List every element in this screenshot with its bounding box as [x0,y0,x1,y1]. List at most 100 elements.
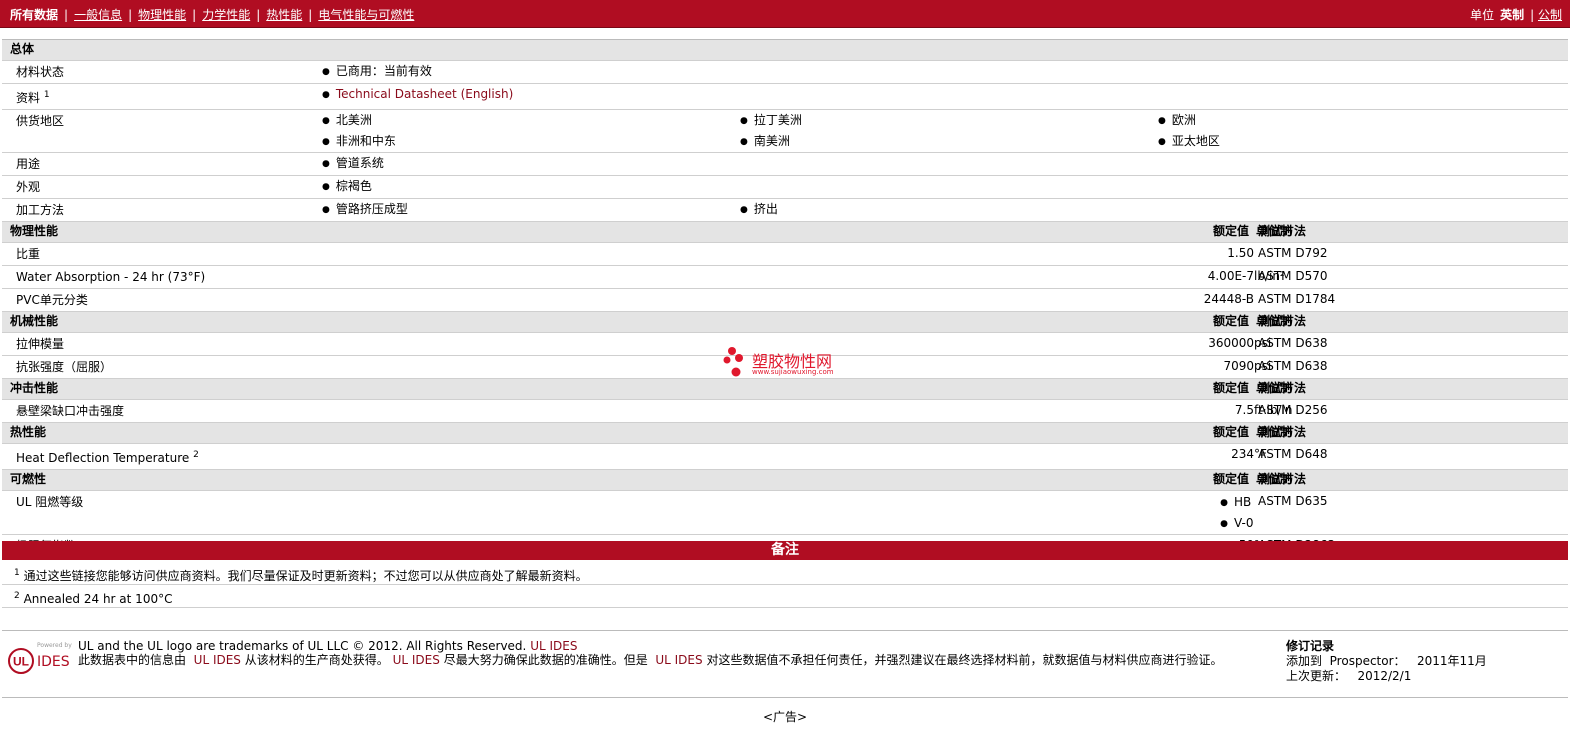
footer: UL Powered by IDES UL and the UL logo ar… [2,630,1568,698]
col-header-value: 额定值 [1158,378,1254,400]
row-processing: 加工方法 ● 管路挤压成型 ● 挤出 [2,198,1568,222]
property-row: PVC单元分类 24448-B ASTM D1784 [2,288,1568,312]
watermark-dots-icon [723,347,743,377]
nav-thermal[interactable]: 热性能 [266,8,302,22]
row-material-status: 材料状态 ● 已商用：当前有效 [2,60,1568,84]
section-nav: 所有数据 | 一般信息 | 物理性能 | 力学性能 | 热性能 | 电气性能与可燃性 [10,8,415,22]
logo-ides-text: IDES [37,654,70,670]
footnote-ref: 2 [193,450,199,460]
col-header-value: 额定值 [1158,311,1254,333]
watermark-url: www.sujiaowuxing.com [752,368,834,376]
nav-general-info[interactable]: 一般信息 [74,8,122,22]
nav-electrical-flammability[interactable]: 电气性能与可燃性 [318,8,414,22]
revision-history: 修订记录 添加到 Prospector： 2011年11月 上次更新： 2012… [1286,639,1487,683]
col-header-value: 额定值 [1158,221,1254,243]
section-general-header: 总体 [2,40,1568,61]
datasheet-link[interactable]: Technical Datasheet (English) [336,87,513,101]
processing-value: 管路挤压成型 [335,202,408,216]
top-nav-bar: 所有数据 | 一般信息 | 物理性能 | 力学性能 | 热性能 | 电气性能与可燃性 单位 英制 | 公… [0,0,1570,28]
property-value: 234 [1158,443,1254,470]
units-imperial[interactable]: 英制 [1500,8,1524,22]
row-uses: 用途 ● 管道系统 [2,152,1568,176]
property-label: 悬壁梁缺口冲击强度 [2,399,1158,423]
property-label: 拉伸模量 [2,332,1158,356]
region-item: 非洲和中东 [335,134,396,148]
row-label: 加工方法 [2,198,322,222]
region-item: 北美洲 [335,113,372,127]
bullet-icon: ● [322,67,330,77]
ul-ides-logo: UL Powered by IDES [6,639,72,679]
footer-text: UL and the UL logo are trademarks of UL … [78,639,1268,667]
col-header-value: 额定值 [1158,469,1254,491]
section-title: 热性能 [2,422,1158,444]
updated-date: 2012/2/1 [1357,669,1412,683]
property-value: 7090 [1158,355,1254,379]
bullet-icon: ● [322,116,330,126]
bullet-icon: ● [322,90,330,100]
region-item: 亚太地区 [1171,134,1220,148]
row-label: 供货地区 [2,109,322,153]
disclaimer-text: 此数据表中的信息由 [78,653,187,667]
ul-ides-link[interactable]: UL IDES [194,653,241,667]
row-label: 材料状态 [2,60,322,84]
note-text: Annealed 24 hr at 100°C [23,592,173,606]
section-title: 冲击性能 [2,378,1158,400]
region-item: 欧洲 [1171,113,1196,127]
ul-ides-link[interactable]: UL IDES [655,653,702,667]
property-value: 1.50 [1158,242,1254,266]
property-row: 比重 1.50 ASTM D792 [2,242,1568,266]
property-value: HB [1234,495,1252,509]
property-method: ASTM D638 [1258,359,1328,373]
property-label: UL 阻燃等级 [2,490,1158,535]
col-header-value: 额定值 [1158,422,1254,444]
bullet-icon: ● [322,137,330,147]
nav-mechanical[interactable]: 力学性能 [202,8,250,22]
revision-title: 修订记录 [1286,639,1335,653]
bullet-icon: ● [1220,519,1228,529]
units-metric[interactable]: 公制 [1538,8,1562,22]
bullet-icon: ● [1158,116,1166,126]
unit-switcher: 单位 英制 | 公制 [1470,8,1562,22]
bullet-icon: ● [322,159,330,169]
disclaimer-text: 从该材料的生产商处获得。 [244,653,389,667]
section-thermal-header: 热性能 额定值 单位制 测试方法 [2,422,1568,444]
note-item: 2 Annealed 24 hr at 100°C [2,585,1568,608]
units-label: 单位 [1470,8,1495,22]
col-header-method: 测试方法 [1258,314,1307,328]
svg-text:UL: UL [13,655,29,669]
property-label: 比重 [2,242,1158,266]
section-flammability-header: 可燃性 额定值 单位制 测试方法 [2,469,1568,491]
trademark-text: UL and the UL logo are trademarks of UL … [78,639,527,653]
bullet-icon: ● [1158,137,1166,147]
nav-physical[interactable]: 物理性能 [138,8,186,22]
added-date: 2011年11月 [1416,654,1487,668]
footnote-ref: 1 [43,90,50,100]
advertisement-label: <广告> [762,710,808,724]
col-header-method: 测试方法 [1258,425,1307,439]
col-header-method: 测试方法 [1258,472,1307,486]
uses-value: 管道系统 [335,156,384,170]
bullet-icon: ● [322,182,330,192]
disclaimer-text: 对这些数据值不承担任何责任，并强烈建议在最终选择材料前，就数据值与材料供应商进行… [706,653,1223,667]
logo-powered-by: Powered by [37,642,72,649]
section-mechanical-header: 机械性能 额定值 单位制 测试方法 [2,311,1568,333]
property-value: 4.00E-7 [1158,265,1254,289]
property-method: ASTM D638 [1258,336,1328,350]
section-title: 物理性能 [2,221,1158,243]
row-label: 资料 [16,91,41,105]
section-impact-header: 冲击性能 额定值 单位制 测试方法 [2,378,1568,400]
property-row: Heat Deflection Temperature 2 234 °F ASTM… [2,443,1568,470]
property-label: Water Absorption - 24 hr (73°F) [2,265,1158,289]
nav-all-data[interactable]: 所有数据 [10,8,58,22]
note-text: 通过这些链接您能够访问供应商资料。我们尽量保证及时更新资料；不过您可以从供应商处… [23,569,588,583]
footnote-number: 2 [14,591,20,601]
property-method: ASTM D1784 [1258,292,1336,306]
section-title: 总体 [2,40,1568,61]
bullet-icon: ● [322,205,330,215]
row-documents: 资料 1 ● Technical Datasheet (English) [2,83,1568,110]
ul-ides-link[interactable]: UL IDES [530,639,577,653]
row-label: 外观 [2,175,322,199]
property-value: 24448-B [1158,288,1254,312]
ul-ides-link[interactable]: UL IDES [393,653,440,667]
region-item: 拉丁美洲 [753,113,802,127]
